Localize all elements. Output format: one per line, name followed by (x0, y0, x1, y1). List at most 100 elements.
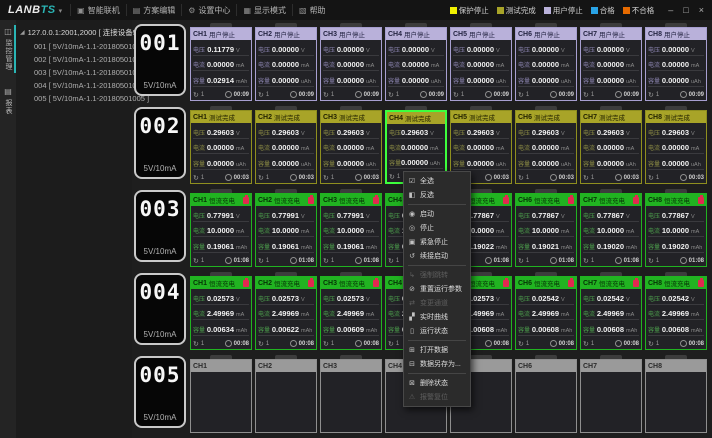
channel-card[interactable]: CH3 用户停止 电压 0.00000 V 电流 0.00000 mA 容量 0… (320, 23, 382, 106)
channel-card[interactable]: CH2 恒流充电 电压 0.77991 V 电流 10.0000 mA 容量 0… (255, 189, 317, 272)
channel-card[interactable]: CH8 恒流充电 电压 0.77867 V 电流 10.0000 mA 容量 0… (645, 189, 707, 272)
capacity-unit: uAh (430, 161, 443, 167)
voltage-value: 0.29603 (401, 128, 428, 137)
tree-node-device[interactable]: 005 [ 5V/10mA-1.1-20180501005 ] (20, 90, 132, 103)
status-legend-item: 测试完成 (497, 5, 536, 16)
capacity-unit: mAh (236, 328, 249, 334)
status-legend: 保护停止 测试完成 用户停止 合格 不合格 (450, 5, 655, 16)
battery-alarm-icon (633, 197, 639, 204)
channel-card[interactable]: CH3 (320, 355, 382, 438)
menubar-item[interactable]: ▧ 帮助 (292, 4, 332, 16)
menubar-item[interactable]: ▦ 显示模式 (236, 4, 292, 16)
capacity-value: 0.00000 (401, 158, 428, 167)
channel-card[interactable]: CH6 恒流充电 电压 0.77867 V 电流 10.0000 mA 容量 0… (515, 189, 577, 272)
capacity-unit: uAh (626, 79, 639, 85)
voltage-value: 0.77867 (595, 211, 624, 220)
channel-card[interactable]: CH8 恒流充电 电压 0.02542 V 电流 2.49969 mA 容量 0… (645, 272, 707, 355)
menubar-item[interactable]: ▣ 智能联机 (70, 4, 126, 16)
battery-alarm-icon (503, 197, 509, 204)
context-menu-item[interactable]: ▞ 实时曲线 (404, 310, 470, 324)
context-menu-item[interactable]: ⚠ 报警复位 (404, 390, 470, 404)
capacity-unit: uAh (691, 162, 704, 168)
context-menu-item[interactable]: ▯ 运行状态 (404, 324, 470, 338)
channel-card[interactable]: CH2 测试完成 电压 0.29603 V 电流 0.00000 mA 容量 0… (255, 106, 317, 189)
close-button[interactable]: × (699, 5, 704, 15)
channel-card[interactable]: CH7 恒流充电 电压 0.77867 V 电流 10.0000 mA 容量 0… (580, 189, 642, 272)
context-menu-item[interactable]: ↺ 续接启动 (404, 249, 470, 263)
channel-status: 测试完成 (339, 112, 365, 122)
tree-collapse-icon[interactable]: ◢ (20, 29, 25, 36)
context-menu-item[interactable]: ↳ 强制跳转 (404, 268, 470, 282)
sidebar-tab[interactable]: ▤ 报表 (0, 85, 16, 117)
channel-card[interactable]: CH2 用户停止 电压 0.00000 V 电流 0.00000 mA 容量 0… (255, 23, 317, 106)
tree-node-device[interactable]: 002 [ 5V/10mA-1.1-20180501002 ] (20, 51, 132, 64)
current-label: 电流 (648, 226, 660, 235)
channel-card[interactable]: CH8 测试完成 电压 0.29603 V 电流 0.00000 mA 容量 0… (645, 106, 707, 189)
channel-card[interactable]: CH1 (190, 355, 252, 438)
context-menu-item[interactable]: ⊘ 重置运行参数 (404, 282, 470, 296)
device-display-panel[interactable]: 002 5V/10mA (134, 107, 186, 179)
logo-dropdown-caret-icon[interactable]: ▾ (59, 7, 63, 15)
channel-card[interactable]: CH6 测试完成 电压 0.29603 V 电流 0.00000 mA 容量 0… (515, 106, 577, 189)
sidebar-tab[interactable]: ◫ 监控管理 (0, 25, 16, 73)
capacity-value: 0.19061 (205, 242, 234, 251)
channel-card[interactable]: CH7 (580, 355, 642, 438)
current-label: 电流 (323, 309, 335, 318)
elapsed-time: 00:09 (234, 92, 249, 98)
device-display-panel[interactable]: 005 5V/10mA (134, 356, 186, 428)
channel-card[interactable]: CH1 测试完成 电压 0.29603 V 电流 0.00000 mA 容量 0… (190, 106, 252, 189)
capacity-value: 0.00000 (530, 76, 559, 85)
status-color-swatch (544, 7, 551, 14)
channel-card[interactable]: CH8 用户停止 电压 0.00000 V 电流 0.00000 mA 容量 0… (645, 23, 707, 106)
context-menu-item[interactable]: ⇄ 变更通道 (404, 296, 470, 310)
channel-card[interactable]: CH7 恒流充电 电压 0.02542 V 电流 2.49969 mA 容量 0… (580, 272, 642, 355)
tree-node-device[interactable]: 001 [ 5V/10mA-1.1-20180501001 ] (20, 38, 132, 51)
voltage-unit: V (561, 48, 574, 54)
context-menu-item[interactable]: ⊠ 删除状态 (404, 376, 470, 390)
channel-card[interactable]: CH2 恒流充电 电压 0.02573 V 电流 2.49969 mA 容量 0… (255, 272, 317, 355)
context-menu-item[interactable]: ⊟ 数据另存为... (404, 357, 470, 371)
capacity-value: 0.00000 (270, 76, 299, 85)
channel-name: CH8 (648, 363, 662, 370)
channel-card[interactable]: CH6 用户停止 电压 0.00000 V 电流 0.00000 mA 容量 0… (515, 23, 577, 106)
channel-card[interactable]: CH6 (515, 355, 577, 438)
channel-card[interactable]: CH1 恒流充电 电压 0.77991 V 电流 10.0000 mA 容量 0… (190, 189, 252, 272)
channel-card[interactable]: CH5 用户停止 电压 0.00000 V 电流 0.00000 mA 容量 0… (450, 23, 512, 106)
context-menu-item[interactable]: ◎ 停止 (404, 221, 470, 235)
menubar-item[interactable]: ⚙ 设置中心 (181, 4, 236, 16)
tree-node-device[interactable]: 004 [ 5V/10mA-1.1-20180501004 ] (20, 77, 132, 90)
channel-card[interactable]: CH4 用户停止 电压 0.00000 V 电流 0.00000 mA 容量 0… (385, 23, 447, 106)
current-unit: mA (366, 229, 379, 235)
voltage-unit: V (626, 297, 639, 303)
context-menu-item[interactable]: ⊞ 打开数据 (404, 343, 470, 357)
channel-card[interactable]: CH7 用户停止 电压 0.00000 V 电流 0.00000 mA 容量 0… (580, 23, 642, 106)
voltage-label: 电压 (648, 128, 660, 137)
channel-card[interactable]: CH3 恒流充电 电压 0.02573 V 电流 2.49969 mA 容量 0… (320, 272, 382, 355)
channel-card[interactable]: CH3 恒流充电 电压 0.77991 V 电流 10.0000 mA 容量 0… (320, 189, 382, 272)
voltage-value: 0.29603 (270, 128, 299, 137)
battery-alarm-icon (698, 197, 704, 204)
context-menu-item[interactable]: ◧ 反选 (404, 188, 470, 202)
channel-card[interactable]: CH6 恒流充电 电压 0.02542 V 电流 2.49969 mA 容量 0… (515, 272, 577, 355)
channel-status: 恒流充电 (664, 278, 690, 288)
device-display-panel[interactable]: 001 5V/10mA (134, 24, 186, 96)
capacity-value: 0.19061 (270, 242, 299, 251)
context-menu-item[interactable]: ▣ 紧急停止 (404, 235, 470, 249)
context-menu-item[interactable]: ☑ 全选 (404, 174, 470, 188)
loop-count: 1 (201, 258, 204, 264)
channel-card[interactable]: CH2 (255, 355, 317, 438)
channel-card[interactable]: CH3 测试完成 电压 0.29603 V 电流 0.00000 mA 容量 0… (320, 106, 382, 189)
channel-card[interactable]: CH7 测试完成 电压 0.29603 V 电流 0.00000 mA 容量 0… (580, 106, 642, 189)
channel-card[interactable]: CH8 (645, 355, 707, 438)
maximize-button[interactable]: □ (683, 5, 688, 15)
capacity-value: 0.19020 (595, 242, 624, 251)
device-display-panel[interactable]: 004 5V/10mA (134, 273, 186, 345)
context-menu-item[interactable]: ◉ 启动 (404, 207, 470, 221)
channel-card[interactable]: CH1 恒流充电 电压 0.02573 V 电流 2.49969 mA 容量 0… (190, 272, 252, 355)
channel-card[interactable]: CH1 用户停止 电压 0.11779 V 电流 0.00000 mA 容量 0… (190, 23, 252, 106)
tree-node-device[interactable]: 003 [ 5V/10mA-1.1-20180501003 ] (20, 64, 132, 77)
minimize-button[interactable]: – (668, 5, 673, 15)
menubar-item[interactable]: ▤ 方案编辑 (126, 4, 182, 16)
device-display-panel[interactable]: 003 5V/10mA (134, 190, 186, 262)
tree-root-node[interactable]: ◢ 127.0.0.1:2001,2000 [ 连接设备5 台 ] (20, 27, 132, 38)
